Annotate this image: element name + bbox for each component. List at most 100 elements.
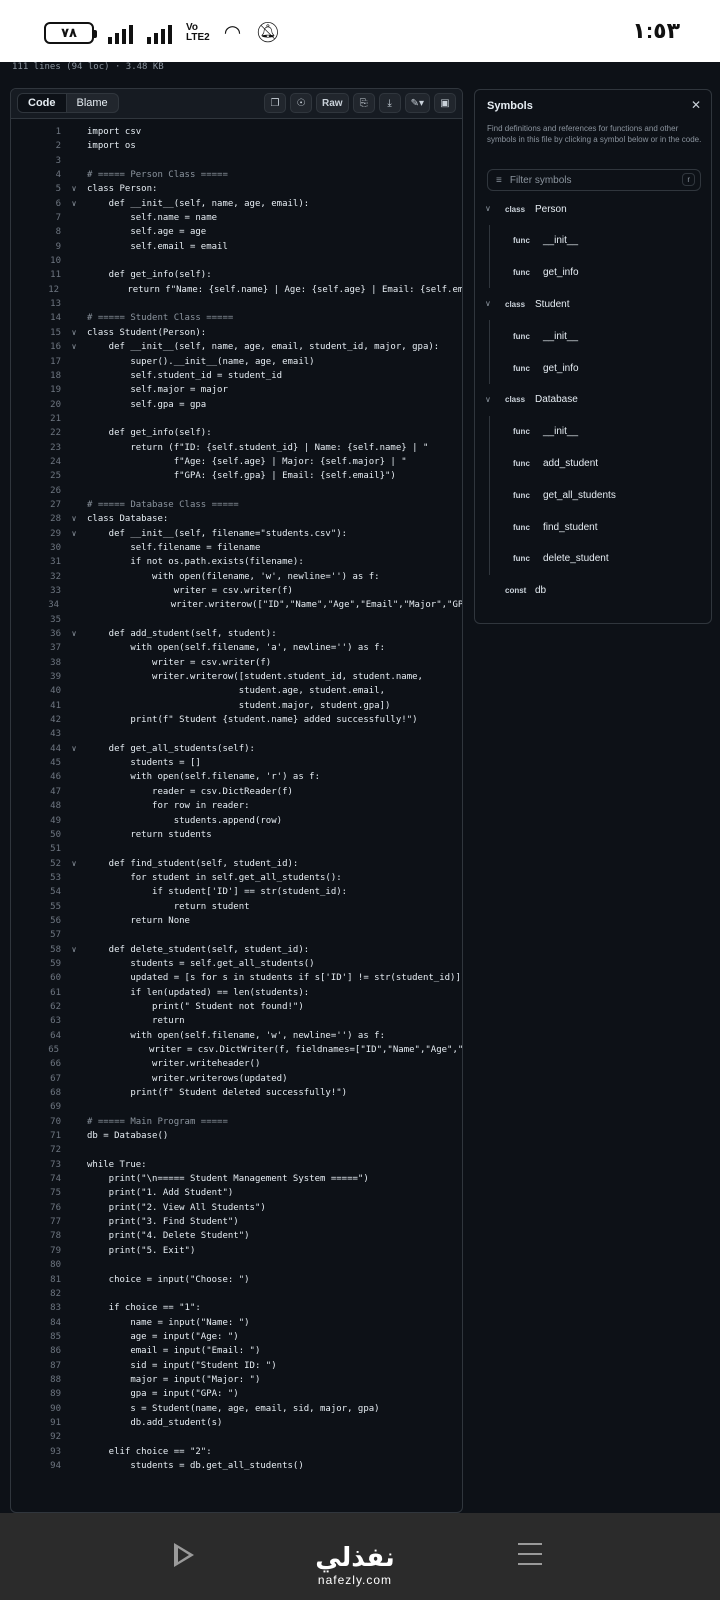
line-number[interactable]: 68 — [11, 1086, 61, 1100]
line-number[interactable]: 67 — [11, 1072, 61, 1086]
line-number[interactable]: 55 — [11, 900, 61, 914]
line-number[interactable]: 81 — [11, 1273, 61, 1287]
line-number[interactable]: 42 — [11, 713, 61, 727]
line-number[interactable]: 27 — [11, 498, 61, 512]
line-number[interactable]: 65 — [11, 1043, 59, 1057]
line-number[interactable]: 56 — [11, 914, 61, 928]
line-number[interactable]: 7 — [11, 211, 61, 225]
line-number[interactable]: 17 — [11, 355, 61, 369]
symbol-item[interactable]: func get_info — [513, 257, 579, 289]
line-number[interactable]: 78 — [11, 1229, 61, 1243]
line-number[interactable]: 89 — [11, 1387, 61, 1401]
line-number[interactable]: 16 — [11, 340, 61, 354]
line-number[interactable]: 93 — [11, 1445, 61, 1459]
symbol-item[interactable]: func find_student — [513, 511, 598, 543]
line-number[interactable]: 75 — [11, 1186, 61, 1200]
line-number[interactable]: 53 — [11, 871, 61, 885]
line-number[interactable]: 40 — [11, 684, 61, 698]
line-number[interactable]: 23 — [11, 441, 61, 455]
line-number[interactable]: 86 — [11, 1344, 61, 1358]
symbol-item[interactable]: func add_student — [513, 447, 598, 479]
line-number[interactable]: 66 — [11, 1057, 61, 1071]
chevron-down-icon[interactable]: ∨ — [485, 299, 491, 308]
symbol-item[interactable]: class Person — [505, 193, 567, 225]
line-number[interactable]: 70 — [11, 1115, 61, 1129]
fold-chevron-icon[interactable]: ∨ — [61, 197, 87, 211]
filter-symbols-input[interactable]: ≡ Filter symbols r — [487, 169, 701, 191]
download-button[interactable]: ⤓ — [378, 93, 401, 113]
line-number[interactable]: 54 — [11, 885, 61, 899]
line-number[interactable]: 3 — [11, 154, 61, 168]
line-number[interactable]: 44 — [11, 742, 61, 756]
menu-icon[interactable] — [518, 1543, 542, 1573]
line-number[interactable]: 69 — [11, 1100, 61, 1114]
line-number[interactable]: 90 — [11, 1402, 61, 1416]
line-number[interactable]: 31 — [11, 555, 61, 569]
line-number[interactable]: 92 — [11, 1430, 61, 1444]
line-number[interactable]: 91 — [11, 1416, 61, 1430]
line-number[interactable]: 43 — [11, 727, 61, 741]
fold-chevron-icon[interactable]: ∨ — [61, 527, 87, 541]
line-number[interactable]: 32 — [11, 570, 61, 584]
line-number[interactable]: 38 — [11, 656, 61, 670]
symbol-item[interactable]: class Database — [505, 384, 578, 416]
line-number[interactable]: 46 — [11, 770, 61, 784]
line-number[interactable]: 83 — [11, 1301, 61, 1315]
symbol-item[interactable]: func get_all_students — [513, 479, 616, 511]
raw-button[interactable]: Raw — [316, 93, 349, 113]
line-number[interactable]: 11 — [11, 268, 61, 282]
line-number[interactable]: 29 — [11, 527, 61, 541]
copilot-button[interactable]: ☉ — [290, 93, 313, 113]
copy-button[interactable]: ⎘ — [352, 93, 375, 113]
line-number[interactable]: 9 — [11, 240, 61, 254]
line-number[interactable]: 35 — [11, 613, 61, 627]
line-number[interactable]: 82 — [11, 1287, 61, 1301]
line-number[interactable]: 79 — [11, 1244, 61, 1258]
line-number[interactable]: 80 — [11, 1258, 61, 1272]
line-number[interactable]: 64 — [11, 1029, 61, 1043]
line-number[interactable]: 22 — [11, 426, 61, 440]
line-number[interactable]: 1 — [11, 125, 61, 139]
line-number[interactable]: 63 — [11, 1014, 61, 1028]
symbol-item[interactable]: const db — [505, 575, 546, 607]
line-number[interactable]: 18 — [11, 369, 61, 383]
line-number[interactable]: 72 — [11, 1143, 61, 1157]
symbols-toggle-button[interactable]: ▣ — [434, 93, 456, 113]
line-number[interactable]: 19 — [11, 383, 61, 397]
line-number[interactable]: 37 — [11, 641, 61, 655]
line-number[interactable]: 94 — [11, 1459, 61, 1473]
line-number[interactable]: 13 — [11, 297, 61, 311]
symbol-item[interactable]: func __init__ — [513, 225, 578, 257]
symbol-item[interactable]: func __init__ — [513, 320, 578, 352]
tab-blame[interactable]: Blame — [67, 94, 118, 112]
fold-chevron-icon[interactable]: ∨ — [61, 512, 87, 526]
line-number[interactable]: 73 — [11, 1158, 61, 1172]
chevron-down-icon[interactable]: ∨ — [485, 395, 491, 404]
line-number[interactable]: 61 — [11, 986, 61, 1000]
line-number[interactable]: 71 — [11, 1129, 61, 1143]
symbol-item[interactable]: func get_info — [513, 352, 579, 384]
line-number[interactable]: 25 — [11, 469, 61, 483]
line-number[interactable]: 36 — [11, 627, 61, 641]
line-number[interactable]: 26 — [11, 484, 61, 498]
line-number[interactable]: 15 — [11, 326, 61, 340]
fold-chevron-icon[interactable]: ∨ — [61, 742, 87, 756]
line-number[interactable]: 59 — [11, 957, 61, 971]
line-number[interactable]: 21 — [11, 412, 61, 426]
line-number[interactable]: 4 — [11, 168, 61, 182]
line-number[interactable]: 87 — [11, 1359, 61, 1373]
nafezly-logo[interactable]: نفذلي nafezly.com — [300, 1543, 410, 1587]
line-number[interactable]: 57 — [11, 928, 61, 942]
line-number[interactable]: 58 — [11, 943, 61, 957]
line-number[interactable]: 84 — [11, 1316, 61, 1330]
close-icon[interactable]: ✕ — [691, 98, 701, 112]
symbol-item[interactable]: func __init__ — [513, 416, 578, 448]
line-number[interactable]: 39 — [11, 670, 61, 684]
line-number[interactable]: 48 — [11, 799, 61, 813]
line-number[interactable]: 52 — [11, 857, 61, 871]
line-number[interactable]: 60 — [11, 971, 61, 985]
chevron-down-icon[interactable]: ∨ — [485, 204, 491, 213]
line-number[interactable]: 24 — [11, 455, 61, 469]
tab-code[interactable]: Code — [18, 94, 67, 112]
line-number[interactable]: 12 — [11, 283, 59, 297]
